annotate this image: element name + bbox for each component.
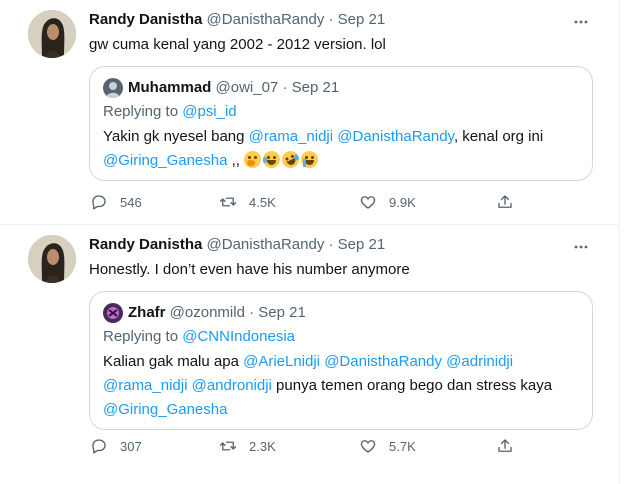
mention[interactable]: @ArieLnidji: [243, 353, 320, 370]
tweet-date[interactable]: Sep 21: [338, 11, 386, 28]
replying-prefix: Replying to: [103, 103, 183, 120]
author-handle[interactable]: @DanisthaRandy: [207, 11, 325, 28]
quote-text-line: @Giring_Ganesha: [103, 398, 227, 422]
quote-author-handle: @ozonmild: [169, 304, 245, 321]
quote-text-line: Yakin gk nyesel bang @rama_nidji @Danist…: [103, 125, 543, 149]
replying-handle[interactable]: @CNNIndonesia: [182, 328, 295, 345]
author-name[interactable]: Randy Danistha: [89, 236, 202, 253]
more-options-icon[interactable]: [573, 239, 589, 255]
mention[interactable]: @DanisthaRandy: [324, 353, 442, 370]
replying-to: Replying to @psi_id: [103, 102, 237, 122]
text: Kalian gak malu apa: [103, 353, 244, 370]
loudly-crying-face-emoji: [301, 151, 319, 168]
author-name[interactable]: Randy Danistha: [89, 11, 202, 28]
like-icon: [360, 196, 376, 209]
retweet-icon: [219, 197, 237, 207]
share-button[interactable]: [496, 436, 514, 456]
quote-date: Sep 21: [258, 304, 306, 321]
retweet-count: 2.3K: [249, 438, 276, 454]
shushing-face-emoji: [244, 151, 262, 168]
mention[interactable]: @Giring_Ganesha: [103, 401, 227, 418]
quoted-tweet[interactable]: Muhammad @owi_07 · Sep 21 Replying to @p…: [89, 66, 593, 181]
retweet-icon: [219, 441, 237, 451]
separator: ·: [282, 79, 288, 96]
avatar-portrait: [28, 235, 76, 283]
rolling-on-floor-laughing-emoji: [279, 148, 302, 171]
mention[interactable]: @rama_nidji: [249, 128, 333, 145]
face-with-tears-of-joy-emoji: [263, 151, 281, 168]
quote-author-name: Muhammad: [128, 79, 212, 96]
replying-to: Replying to @CNNIndonesia: [103, 327, 295, 347]
quote-author-name: Zhafr: [128, 304, 166, 321]
tweet-date[interactable]: Sep 21: [338, 236, 386, 253]
separator: ·: [328, 236, 334, 253]
separator: ·: [249, 304, 255, 321]
share-icon: [498, 195, 512, 208]
quote-header: Zhafr @ozonmild · Sep 21: [128, 303, 306, 323]
quoted-tweet[interactable]: Zhafr @ozonmild · Sep 21 Replying to @CN…: [89, 291, 593, 430]
mention[interactable]: @adrinidji: [446, 353, 513, 370]
quote-author-handle: @owi_07: [215, 79, 279, 96]
avatar-portrait: [28, 10, 76, 58]
reply-button[interactable]: 546: [90, 192, 142, 212]
quote-text-line: Kalian gak malu apa @ArieLnidji @Danisth…: [103, 350, 513, 374]
retweet-button[interactable]: 4.5K: [219, 192, 276, 212]
replying-prefix: Replying to: [103, 328, 183, 345]
more-options-icon[interactable]: [573, 14, 589, 30]
tweet-text: gw cuma kenal yang 2002 - 2012 version. …: [89, 36, 386, 53]
tweet-header: Randy Danistha @DanisthaRandy · Sep 21: [89, 235, 385, 255]
text: Yakin gk nyesel bang: [103, 128, 249, 145]
tweet-actions: 307 2.3K 5.7K: [89, 436, 529, 456]
tweet-actions: 546 4.5K 9.9K: [89, 192, 529, 212]
quote-text-line: @rama_nidji @andronidji punya temen oran…: [103, 374, 552, 398]
text: punya temen orang bego dan stress kaya: [271, 377, 553, 394]
retweet-button[interactable]: 2.3K: [219, 436, 276, 456]
quote-date: Sep 21: [291, 79, 340, 96]
mention[interactable]: @Giring_Ganesha: [103, 152, 227, 169]
share-button[interactable]: [496, 192, 514, 212]
tweet[interactable]: Randy Danistha @DanisthaRandy · Sep 21 H…: [0, 225, 619, 484]
quote-avatar: [103, 78, 123, 98]
text: ,,: [227, 152, 245, 169]
reply-button[interactable]: 307: [90, 436, 142, 456]
retweet-count: 4.5K: [249, 194, 276, 210]
reply-icon: [92, 439, 106, 454]
tweet-text: Honestly. I don’t even have his number a…: [89, 261, 410, 278]
replying-handle[interactable]: @psi_id: [182, 103, 236, 120]
like-count: 5.7K: [389, 438, 416, 454]
mention[interactable]: @DanisthaRandy: [337, 128, 454, 145]
separator: ·: [328, 11, 334, 28]
reply-count: 546: [120, 194, 142, 210]
tweet-header: Randy Danistha @DanisthaRandy · Sep 21: [89, 10, 385, 30]
mention[interactable]: @andronidji: [192, 377, 272, 394]
like-icon: [360, 440, 376, 453]
avatar[interactable]: [28, 10, 76, 58]
quote-text-line: @Giring_Ganesha ,,: [103, 148, 320, 173]
like-count: 9.9K: [389, 194, 416, 210]
like-button[interactable]: 5.7K: [359, 436, 416, 456]
like-button[interactable]: 9.9K: [359, 192, 416, 212]
share-icon: [498, 439, 512, 452]
reply-count: 307: [120, 438, 142, 454]
quote-header: Muhammad @owi_07 · Sep 21: [128, 78, 339, 98]
mention[interactable]: @rama_nidji: [103, 377, 187, 394]
text: , kenal org ini: [453, 128, 544, 145]
tweet[interactable]: Randy Danistha @DanisthaRandy · Sep 21 g…: [0, 0, 619, 225]
quote-avatar: [103, 303, 123, 323]
avatar[interactable]: [28, 235, 76, 283]
author-handle[interactable]: @DanisthaRandy: [207, 236, 325, 253]
reply-icon: [92, 195, 106, 210]
timeline: Randy Danistha @DanisthaRandy · Sep 21 g…: [0, 0, 620, 484]
